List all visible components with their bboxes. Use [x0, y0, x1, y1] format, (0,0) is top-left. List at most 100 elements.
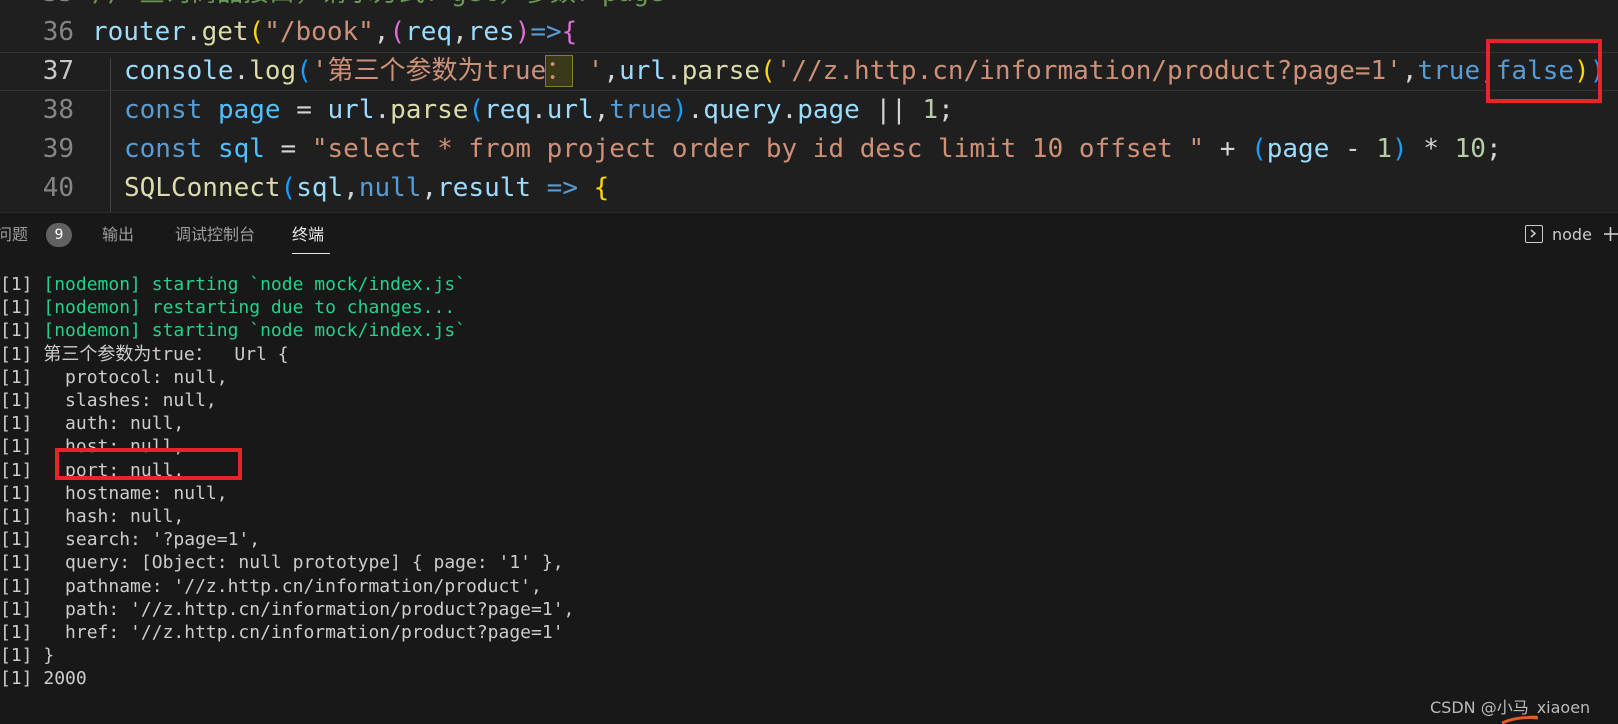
code-text: SQLConnect(sql,null,result => { — [124, 169, 609, 208]
terminal-text: protocol: null, — [43, 366, 228, 388]
code-token: true — [1417, 56, 1481, 86]
code-token: = — [264, 134, 312, 164]
line-number: 38 — [42, 95, 74, 125]
terminal-text: search: '?page=1', — [43, 529, 261, 551]
code-token: => — [531, 173, 594, 203]
terminal-line: [1] 2000 — [0, 667, 87, 691]
process-prefix: [1] — [0, 506, 44, 527]
code-token: url — [327, 95, 375, 125]
code-token: 1 — [1376, 134, 1392, 164]
terminal-line: [1] 第三个参数为true： Url { — [0, 343, 289, 367]
code-token: . — [781, 95, 798, 125]
plus-icon[interactable] — [1603, 226, 1618, 242]
process-prefix: [1] — [0, 622, 44, 643]
code-token: SQLConnect — [124, 173, 281, 203]
code-token: sql — [217, 134, 265, 164]
terminal-icon[interactable] — [1525, 225, 1543, 243]
code-token: ： — [545, 55, 574, 87]
code-token: , — [421, 173, 438, 203]
tab-output[interactable]: 输出 — [102, 213, 134, 257]
terminal-text: auth: null, — [43, 413, 185, 435]
terminal-line: [1] hash: null, — [0, 505, 184, 529]
line-number: 35 — [18, 0, 74, 13]
tab-problems[interactable]: 问题 — [0, 213, 28, 257]
tab-debug-console[interactable]: 调试控制台 — [175, 213, 255, 257]
code-token: 10 — [1454, 134, 1486, 164]
process-prefix: [1] — [0, 390, 44, 411]
code-line: 40 SQLConnect(sql,null,result => { — [0, 169, 1618, 208]
terminal-text: 第三个参数为true： Url { — [43, 343, 289, 365]
code-token: ( — [468, 95, 485, 125]
terminal-text: hostname: null, — [43, 482, 228, 504]
code-token: "/book" — [264, 17, 374, 47]
code-token: || — [859, 95, 923, 125]
code-token: { — [561, 17, 578, 47]
code-token: page — [1266, 134, 1330, 164]
terminal-line: [1] auth: null, — [0, 412, 184, 436]
tab-label: 终端 — [292, 225, 325, 244]
process-prefix: [1] — [0, 482, 44, 504]
code-token: * — [1407, 134, 1455, 164]
process-prefix: [1] — [0, 668, 44, 690]
decorative-stroke — [1501, 716, 1539, 724]
active-tab-indicator — [292, 253, 330, 254]
code-token: page — [797, 95, 860, 125]
terminal-line: [1] pathname: '//z.http.cn/information/p… — [0, 575, 542, 599]
terminal-text: [nodemon] starting `node mock/index.js` — [43, 320, 466, 342]
code-editor[interactable]: 35 // 查询商品接口，请求方式：get，参数：page 36router.g… — [0, 0, 1618, 212]
terminal-line: [1] search: '?page=1', — [0, 528, 260, 552]
code-line: 38 const page = url.parse(req.url,true).q… — [0, 91, 1618, 130]
code-token: ) — [514, 17, 531, 47]
terminal-line: [1] [nodemon] restarting due to changes.… — [0, 296, 455, 320]
annotation-box-false-arg — [1486, 39, 1602, 103]
terminal-line: [1] path: '//z.http.cn/information/produ… — [0, 598, 574, 622]
code-token: ( — [760, 56, 776, 86]
tab-terminal[interactable]: 终端 — [292, 213, 324, 257]
code-token: '//z.http.cn/information/product?page=1' — [775, 56, 1402, 86]
terminal-text: path: '//z.http.cn/information/product?p… — [43, 598, 575, 620]
code-token: , — [373, 17, 390, 47]
code-token: router — [92, 17, 186, 47]
chevron-right-icon — [1530, 229, 1537, 238]
terminal-text: query: [Object: null prototype] { page: … — [43, 552, 564, 574]
terminal-text: [nodemon] starting `node mock/index.js` — [43, 274, 466, 295]
line-number: 37 — [42, 56, 74, 86]
code-token: => — [530, 17, 562, 47]
process-prefix: [1] — [0, 645, 44, 667]
terminal-line: [1] hostname: null, — [0, 482, 228, 506]
code-token: ) — [1392, 134, 1408, 164]
code-token: url — [546, 95, 594, 125]
process-prefix: [1] — [0, 413, 44, 435]
code-text: router.get("/book",(req,res)=>{ — [92, 13, 577, 52]
code-token: res — [467, 17, 515, 47]
process-prefix: [1] — [0, 297, 44, 319]
code-line: 39 const sql = "select * from project ord… — [0, 130, 1618, 169]
code-token: ( — [389, 17, 406, 47]
code-token: . — [185, 17, 202, 47]
code-token: null — [358, 173, 422, 203]
code-token: 1 — [922, 95, 939, 125]
code-token: query — [703, 95, 782, 125]
tab-label: 问题 — [0, 225, 29, 244]
code-token: ) — [671, 95, 688, 125]
code-token: { — [593, 173, 610, 203]
process-prefix: [1] — [0, 320, 44, 342]
code-token: const — [124, 134, 203, 164]
code-token: ' — [572, 56, 604, 86]
panel-tab-bar: 问题 9 输出 调试控制台 终端 node — [0, 213, 1618, 257]
terminal-text: } — [43, 645, 55, 667]
terminal-name[interactable]: node — [1552, 213, 1592, 257]
terminal-output[interactable]: [1] [nodemon] starting `node mock/index.… — [0, 273, 1618, 723]
code-token: . — [531, 95, 547, 125]
code-token: parse — [390, 95, 469, 125]
tab-label: 调试控制台 — [175, 225, 256, 244]
code-token: , — [593, 95, 610, 125]
terminal-text: slashes: null, — [43, 390, 217, 411]
code-token: '第三个参数为true — [311, 56, 547, 86]
code-token: true — [609, 95, 672, 125]
terminal-text: hash: null, — [43, 506, 185, 527]
line-number: 36 — [42, 17, 74, 47]
terminal-line: [1] query: [Object: null prototype] { pa… — [0, 551, 564, 575]
